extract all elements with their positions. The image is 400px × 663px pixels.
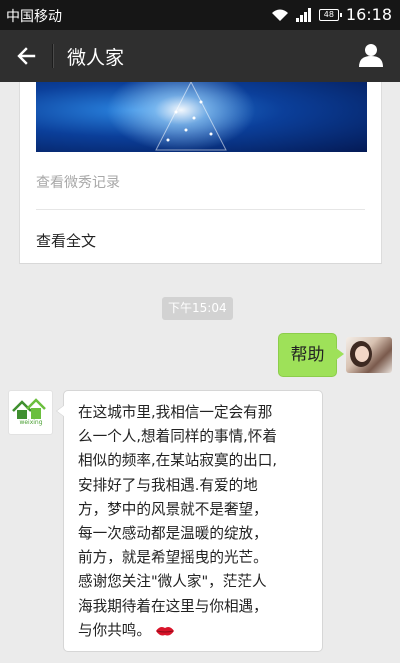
back-arrow-icon[interactable] [14, 43, 40, 69]
outgoing-message-bubble[interactable]: 帮助 [278, 333, 344, 377]
avatar-face [355, 346, 369, 362]
christmas-tree-graphic [155, 82, 227, 151]
message-line: 感谢您关注"微人家"，茫茫人 [78, 573, 267, 591]
article-card[interactable]: 查看微秀记录 查看全文 [19, 82, 382, 264]
wifi-icon [271, 9, 288, 21]
account-avatar-label: weixing [19, 419, 43, 426]
message-line-text: 与你共鸣。 [78, 621, 151, 639]
card-divider [36, 209, 365, 210]
message-line: 么一个人,想着同样的事情,怀着 [78, 428, 277, 446]
message-line: 方，梦中的风景就不是奢望， [78, 500, 268, 518]
message-line: 海我期待着在这里与你相遇， [78, 597, 268, 615]
carrier-name: 中国移动 [6, 9, 62, 25]
view-more-link[interactable]: 查看微秀记录 [36, 172, 120, 192]
title-divider [52, 44, 53, 68]
message-line: 每一次感动都是温暖的绽放， [78, 525, 268, 543]
person-icon[interactable] [358, 42, 384, 68]
signal-icon [295, 7, 311, 22]
account-avatar[interactable]: weixing [8, 390, 53, 435]
incoming-message-bubble[interactable]: 在这城市里,我相信一定会有那 么一个人,想着同样的事情,怀着 相似的频率,在某站… [56, 390, 323, 652]
status-bar: 中国移动 48 16:18 [0, 0, 400, 30]
battery-icon: 48 [318, 8, 342, 21]
title-bar: 微人家 [0, 30, 400, 82]
read-full-text-link[interactable]: 查看全文 [36, 230, 96, 251]
lips-emoji-icon [155, 626, 174, 636]
message-line: 安排好了与我相遇.有爱的地 [78, 476, 258, 494]
clock: 16:18 [345, 5, 392, 24]
message-timestamp: 下午15:04 [162, 297, 233, 320]
message-line: 相似的频率,在某站寂寞的出口, [78, 452, 277, 470]
message-line: 前方，就是希望摇曳的光芒。 [78, 549, 268, 567]
article-cover-image[interactable] [36, 82, 367, 152]
my-avatar[interactable] [346, 337, 392, 373]
message-line-last: 与你共鸣。 [78, 619, 312, 643]
message-line: 在这城市里,我相信一定会有那 [78, 404, 273, 421]
page-title: 微人家 [67, 47, 125, 69]
battery-level: 48 [323, 9, 334, 19]
